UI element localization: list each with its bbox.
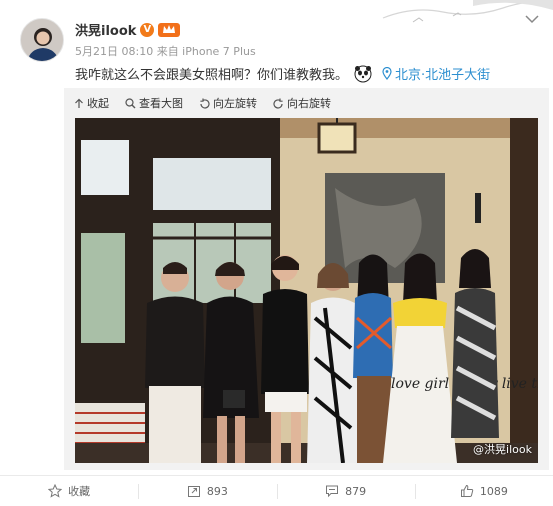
repost-button[interactable]: 893 bbox=[138, 476, 276, 506]
avatar[interactable] bbox=[20, 18, 64, 62]
collapse-button[interactable]: 收起 bbox=[74, 95, 109, 111]
view-large-button[interactable]: 查看大图 bbox=[125, 95, 183, 111]
comment-icon bbox=[326, 485, 339, 498]
star-icon bbox=[48, 484, 63, 498]
username[interactable]: 洪晃ilook bbox=[75, 20, 136, 39]
like-button[interactable]: 1089 bbox=[414, 476, 553, 506]
media-toolbar: 收起 查看大图 向左旋转 向右旋转 bbox=[74, 95, 331, 111]
favorite-button[interactable]: 收藏 bbox=[0, 476, 138, 506]
location-link[interactable]: 北京·北池子大街 bbox=[382, 64, 490, 83]
repost-icon bbox=[187, 486, 200, 497]
action-bar: 收藏 893 879 1089 bbox=[0, 475, 553, 506]
location-pin-icon bbox=[382, 67, 392, 80]
verified-icon: V bbox=[140, 22, 155, 37]
arrow-up-icon bbox=[75, 98, 83, 108]
chevron-down-icon[interactable] bbox=[525, 14, 539, 24]
photo-watermark: @洪晃ilook bbox=[473, 443, 532, 456]
post-meta: 5月21日 08:10 来自 iPhone 7 Plus bbox=[75, 45, 256, 58]
rotate-left-button[interactable]: 向左旋转 bbox=[199, 95, 257, 111]
vip-badge bbox=[158, 22, 181, 37]
rotate-right-icon bbox=[273, 98, 283, 109]
magnifier-icon bbox=[125, 97, 136, 108]
comment-button[interactable]: 879 bbox=[276, 476, 415, 506]
location-label: 北京·北池子大街 bbox=[395, 68, 491, 83]
post-photo[interactable]: love girl writer live the many @洪晃ilook bbox=[75, 118, 538, 463]
rotate-right-button[interactable]: 向右旋转 bbox=[273, 95, 331, 111]
thumbs-up-icon bbox=[460, 484, 474, 497]
rotate-left-icon bbox=[200, 98, 210, 109]
post-text: 我咋就这么不会跟美女照相啊？你们谁教教我。 bbox=[75, 68, 349, 83]
panda-emoji-icon bbox=[354, 65, 372, 82]
